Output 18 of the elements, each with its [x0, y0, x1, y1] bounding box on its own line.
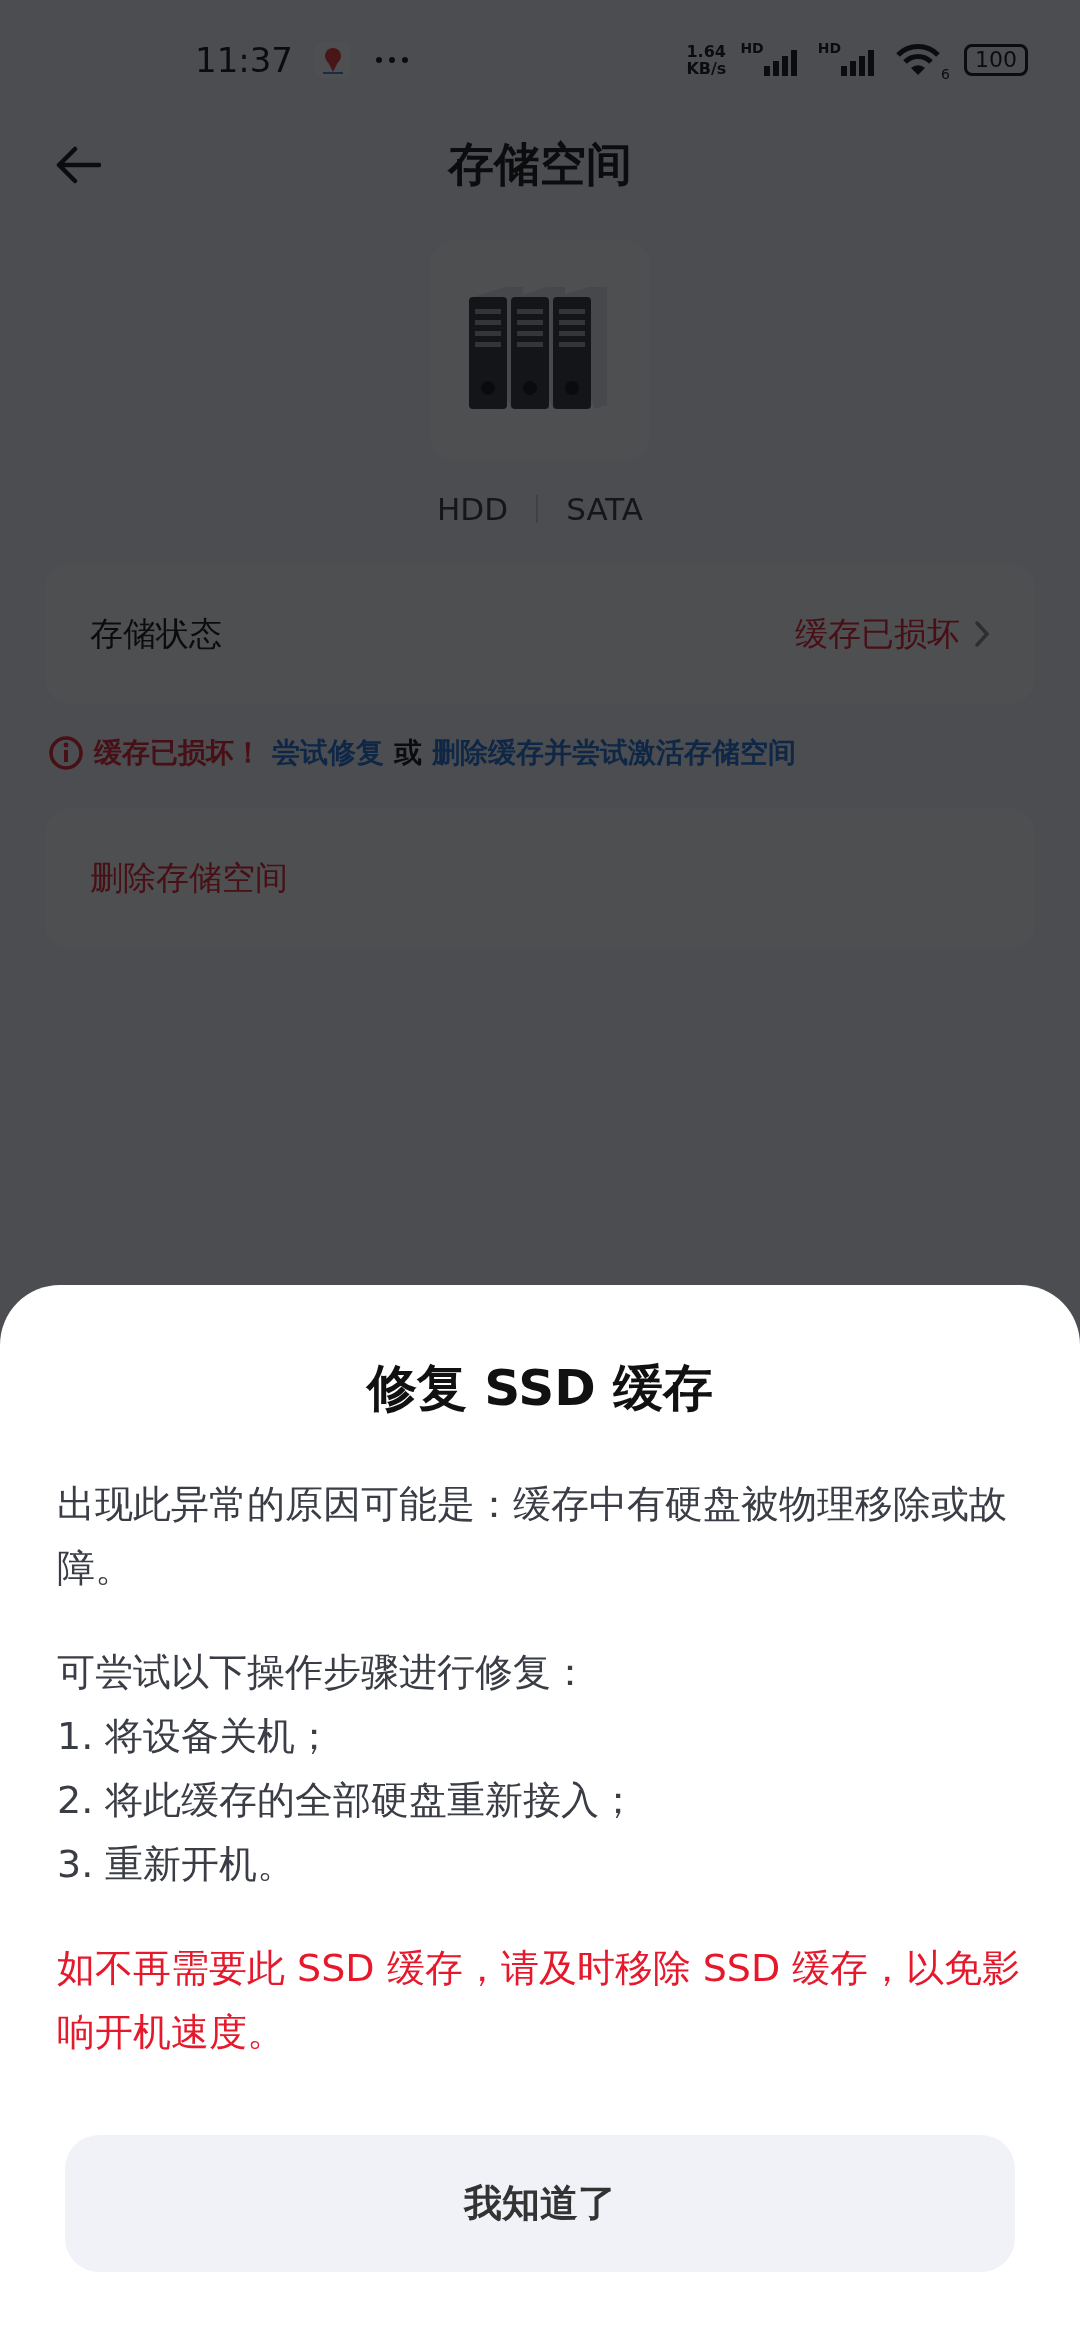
network-speed: 1.64 KB/s [686, 43, 727, 77]
got-it-button[interactable]: 我知道了 [65, 2135, 1015, 2272]
body-text: 2. 将此缓存的全部硬盘重新接入； [57, 1777, 639, 1824]
body-text: 可尝试以下操作步骤进行修复： [57, 1649, 590, 1696]
warning-paragraph: 如不再需要此 SSD 缓存，请及时移除 SSD 缓存，以免影响开机速度。 [57, 1945, 1022, 2056]
warning-text: 缓存已损坏！ [94, 735, 262, 771]
disk-type-label: SATA [566, 491, 643, 527]
body-text: 出现此异常的原因可能是：缓存中有硬盘被物理移除或故障。 [57, 1481, 1008, 1592]
body-text: 3. 重新开机。 [57, 1841, 297, 1888]
sheet-title: 修复 SSD 缓存 [365, 1358, 715, 1419]
wifi-label: 6 [941, 66, 950, 82]
status-time: 11:37 [195, 40, 293, 80]
hd-label: HD [740, 40, 764, 56]
body-text: 1. 将设备关机； [57, 1713, 335, 1760]
separator-text: 或 [394, 735, 422, 771]
page-title: 存储空间 [448, 136, 632, 193]
disk-type-label: HDD [437, 491, 509, 527]
hd-label: HD [817, 40, 842, 56]
